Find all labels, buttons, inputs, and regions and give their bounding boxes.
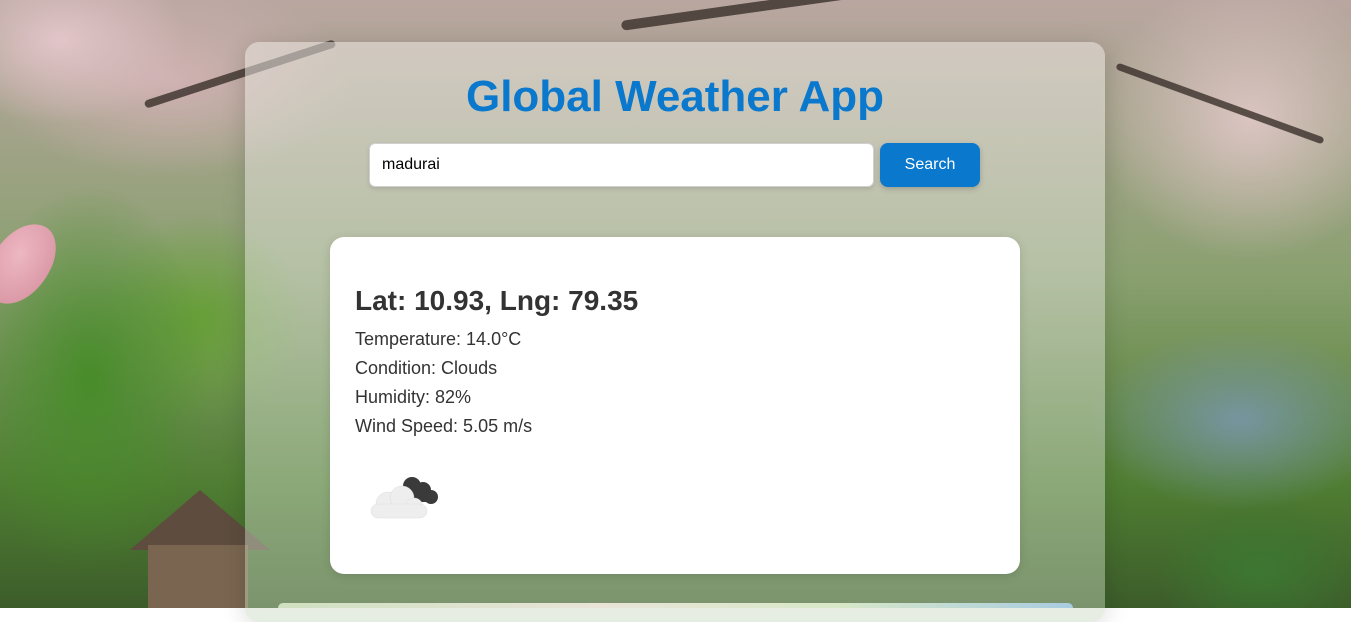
broken-clouds-icon <box>370 477 438 519</box>
humidity-text: Humidity: 82% <box>355 387 472 407</box>
branch-decoration <box>1115 62 1325 145</box>
search-button[interactable]: Search <box>880 143 980 187</box>
house-decoration <box>148 545 248 608</box>
wind-speed-text: Wind Speed: 5.05 m/s <box>355 416 533 436</box>
coordinates-heading: Lat: 10.93, Lng: 79.35 <box>355 285 639 316</box>
app-title: Global Weather App <box>465 72 885 121</box>
branch-decoration <box>620 0 920 31</box>
petal-decoration <box>0 211 66 317</box>
condition-text: Condition: Clouds <box>355 358 498 378</box>
city-search-input[interactable] <box>369 143 874 187</box>
map-preview[interactable] <box>278 603 1073 608</box>
temperature-text: Temperature: 14.0°C <box>355 329 522 349</box>
